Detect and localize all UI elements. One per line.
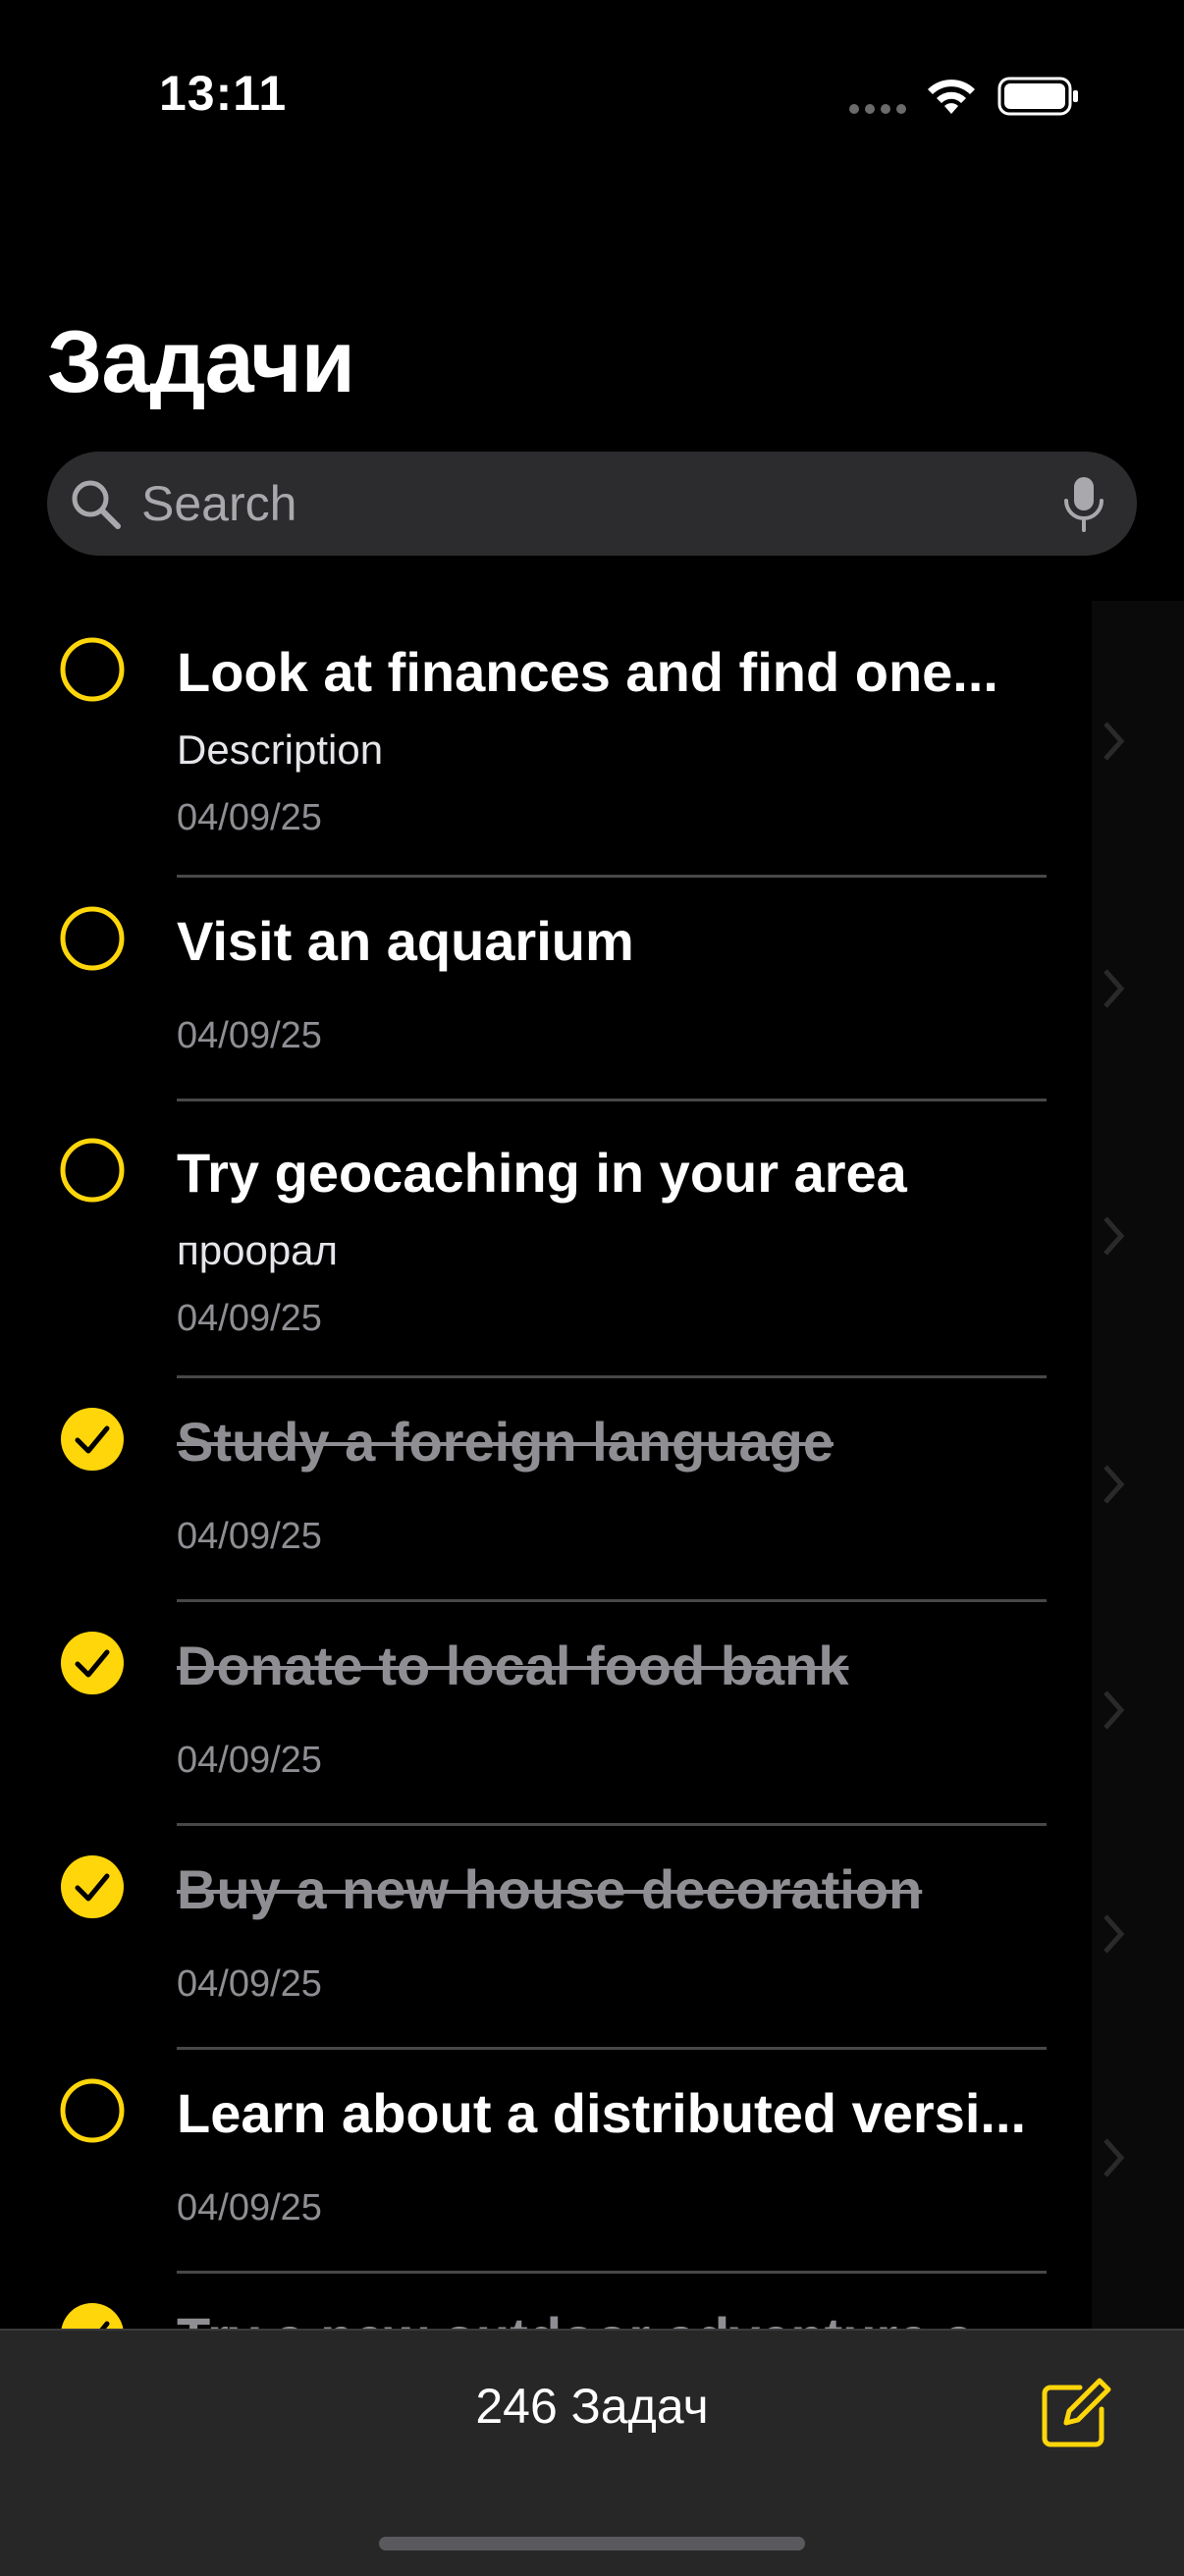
- unchecked-circle-icon[interactable]: [59, 1137, 126, 1204]
- task-date: 04/09/25: [177, 1516, 322, 1557]
- checked-circle-icon[interactable]: [59, 2301, 126, 2329]
- compose-icon[interactable]: [1037, 2374, 1115, 2452]
- task-row[interactable]: Donate to local food bank 04/09/25: [0, 1602, 1092, 1826]
- task-title: Buy a new house decoration: [177, 1858, 923, 1920]
- status-bar: 13:11: [0, 0, 1184, 196]
- task-count: 246 Задач: [475, 2379, 709, 2434]
- checked-circle-icon[interactable]: [59, 1630, 126, 1696]
- search-bar[interactable]: [47, 452, 1137, 556]
- task-title: Study a foreign language: [177, 1411, 834, 1473]
- checked-circle-icon[interactable]: [59, 1406, 126, 1473]
- task-description: проорал: [177, 1227, 339, 1273]
- task-description: Description: [177, 726, 384, 773]
- search-icon: [72, 480, 121, 529]
- chevron-right-icon[interactable]: [1102, 1912, 1125, 1956]
- task-title: Learn about a distributed versi...: [177, 2082, 1027, 2144]
- task-row[interactable]: Learn about a distributed versi... 04/09…: [0, 2050, 1092, 2274]
- task-row[interactable]: Visit an aquarium 04/09/25: [0, 878, 1092, 1101]
- task-title: Donate to local food bank: [177, 1635, 849, 1696]
- chevron-right-icon[interactable]: [1102, 2136, 1125, 2179]
- task-row[interactable]: Try a new outdoor adventure a...: [0, 2274, 1092, 2329]
- task-title: Try a new outdoor adventure a...: [177, 2305, 1050, 2329]
- task-title: Try geocaching in your area: [177, 1142, 907, 1204]
- chevron-right-icon[interactable]: [1102, 967, 1125, 1010]
- task-date: 04/09/25: [177, 2187, 322, 2228]
- search-input[interactable]: [141, 452, 1005, 556]
- task-row[interactable]: Study a foreign language 04/09/25: [0, 1378, 1092, 1602]
- chevron-right-icon[interactable]: [1102, 1463, 1125, 1506]
- task-title: Visit an aquarium: [177, 910, 634, 972]
- cellular-signal-icon: [849, 104, 906, 114]
- chevron-right-icon[interactable]: [1102, 1214, 1125, 1258]
- chevron-right-icon[interactable]: [1102, 720, 1125, 763]
- unchecked-circle-icon[interactable]: [59, 905, 126, 972]
- task-row[interactable]: Look at finances and find one... Descrip…: [0, 601, 1092, 878]
- task-date: 04/09/25: [177, 1740, 322, 1781]
- task-title: Look at finances and find one...: [177, 641, 998, 703]
- unchecked-circle-icon[interactable]: [59, 636, 126, 703]
- task-date: 04/09/25: [177, 1015, 322, 1056]
- task-date: 04/09/25: [177, 1963, 322, 2005]
- unchecked-circle-icon[interactable]: [59, 2077, 126, 2144]
- task-row[interactable]: Buy a new house decoration 04/09/25: [0, 1826, 1092, 2050]
- chevron-right-icon[interactable]: [1102, 1689, 1125, 1732]
- status-time: 13:11: [159, 66, 288, 121]
- wifi-icon: [928, 80, 975, 114]
- bottom-toolbar: 246 Задач: [0, 2329, 1184, 2576]
- task-row[interactable]: Try geocaching in your area проорал 04/0…: [0, 1101, 1092, 1378]
- battery-icon: [997, 77, 1078, 116]
- page-title: Задачи: [47, 313, 355, 411]
- home-indicator: [379, 2537, 805, 2550]
- task-list: Look at finances and find one... Descrip…: [0, 601, 1092, 2329]
- checked-circle-icon[interactable]: [59, 1853, 126, 1920]
- task-date: 04/09/25: [177, 1298, 322, 1339]
- microphone-icon[interactable]: [1058, 475, 1109, 534]
- task-date: 04/09/25: [177, 797, 322, 838]
